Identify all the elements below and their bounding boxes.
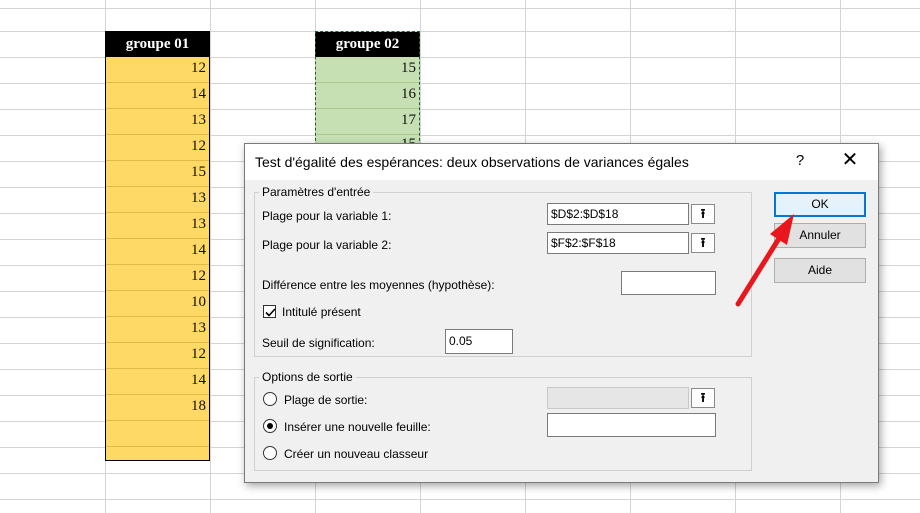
- dialog-title: Test d'égalité des espérances: deux obse…: [255, 154, 689, 170]
- ok-button[interactable]: OK: [774, 192, 866, 217]
- labels-checkbox-label[interactable]: Intitulé présent: [282, 305, 361, 319]
- collapse-dialog-icon[interactable]: ⭱: [691, 233, 715, 253]
- checkmark-icon: [265, 308, 276, 317]
- cell-d8[interactable]: 13: [105, 213, 210, 239]
- output-options-legend: Options de sortie: [259, 370, 356, 384]
- new-workbook-label[interactable]: Créer un nouveau classeur: [284, 447, 428, 461]
- new-worksheet-input[interactable]: [547, 413, 716, 437]
- column-header-groupe-02[interactable]: groupe 02: [315, 32, 420, 57]
- cell-f3[interactable]: 16: [315, 83, 420, 109]
- input-parameters-legend: Paramètres d'entrée: [259, 185, 374, 199]
- output-range-radio[interactable]: [263, 392, 277, 406]
- output-range-label[interactable]: Plage de sortie:: [284, 393, 367, 407]
- cell-d13[interactable]: 12: [105, 343, 210, 369]
- cell-d10[interactable]: 12: [105, 265, 210, 291]
- t-test-dialog[interactable]: Test d'égalité des espérances: deux obse…: [244, 143, 879, 483]
- cell-d7[interactable]: 13: [105, 187, 210, 213]
- new-worksheet-radio[interactable]: [263, 419, 277, 433]
- variable1-range-input[interactable]: $D$2:$D$18: [547, 203, 689, 225]
- grid-line: [210, 0, 211, 513]
- cell-d5[interactable]: 12: [105, 135, 210, 161]
- help-button[interactable]: Aide: [774, 258, 866, 283]
- collapse-dialog-icon[interactable]: ⭱: [691, 204, 715, 224]
- grid-line: [0, 8, 920, 9]
- collapse-dialog-icon[interactable]: ⭱: [691, 388, 715, 408]
- cell-d16[interactable]: [105, 421, 210, 447]
- cell-d6[interactable]: 15: [105, 161, 210, 187]
- significance-level-label: Seuil de signification:: [262, 336, 375, 350]
- help-icon[interactable]: ?: [793, 152, 807, 169]
- significance-level-input[interactable]: 0.05: [445, 329, 513, 354]
- cell-d12[interactable]: 13: [105, 317, 210, 343]
- column-header-groupe-01[interactable]: groupe 01: [105, 32, 210, 57]
- new-workbook-radio[interactable]: [263, 446, 277, 460]
- cell-d3[interactable]: 14: [105, 83, 210, 109]
- cell-d17[interactable]: [105, 447, 210, 461]
- labels-checkbox[interactable]: [263, 305, 276, 318]
- cell-d2[interactable]: 12: [105, 57, 210, 83]
- cell-d4[interactable]: 13: [105, 109, 210, 135]
- cell-d14[interactable]: 14: [105, 369, 210, 395]
- dialog-titlebar[interactable]: Test d'égalité des espérances: deux obse…: [245, 144, 878, 180]
- cell-f4[interactable]: 17: [315, 109, 420, 135]
- grid-line: [0, 499, 920, 500]
- variable2-range-label: Plage pour la variable 2:: [262, 238, 392, 252]
- cell-d15[interactable]: 18: [105, 395, 210, 421]
- variable1-range-label: Plage pour la variable 1:: [262, 209, 392, 223]
- close-icon[interactable]: ✕: [841, 149, 859, 171]
- mean-difference-label: Différence entre les moyennes (hypothèse…: [262, 278, 495, 292]
- variable2-range-input[interactable]: $F$2:$F$18: [547, 232, 689, 254]
- cell-d9[interactable]: 14: [105, 239, 210, 265]
- cell-d11[interactable]: 10: [105, 291, 210, 317]
- radio-selected-dot: [267, 423, 273, 429]
- cell-f2[interactable]: 15: [315, 57, 420, 83]
- mean-difference-input[interactable]: [621, 271, 716, 295]
- cancel-button[interactable]: Annuler: [774, 223, 866, 248]
- new-worksheet-label[interactable]: Insérer une nouvelle feuille:: [284, 420, 431, 434]
- output-range-input[interactable]: [547, 387, 689, 409]
